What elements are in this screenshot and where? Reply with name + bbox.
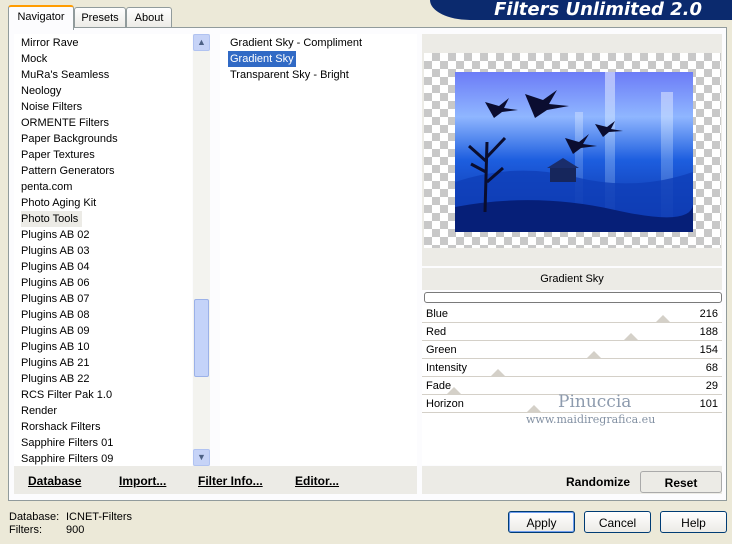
category-item[interactable]: Plugins AB 09	[21, 323, 90, 339]
status-filters-value: 900	[66, 524, 85, 536]
category-item[interactable]: penta.com	[21, 179, 72, 195]
randomize-button[interactable]: Randomize	[566, 475, 630, 489]
slider-value: 101	[699, 398, 718, 410]
category-item[interactable]: Paper Textures	[21, 147, 95, 163]
slider-thumb[interactable]	[490, 369, 506, 377]
reset-button[interactable]: Reset	[640, 471, 722, 493]
category-item[interactable]: Photo Tools	[21, 211, 83, 227]
category-item[interactable]: Plugins AB 03	[21, 243, 90, 259]
slider-label: Green	[426, 344, 457, 356]
app-banner: Filters Unlimited 2.0	[430, 0, 732, 20]
tab-about[interactable]: About	[126, 7, 172, 28]
scroll-thumb[interactable]	[194, 299, 209, 377]
slider-label: Blue	[426, 308, 449, 320]
parameter-sliders: Blue 216 Red 188 Green 154 Intensity 68 Fade 29 Ho…	[422, 305, 722, 465]
apply-button[interactable]: Apply	[508, 511, 575, 533]
category-item[interactable]: Render	[21, 403, 57, 419]
editor-button[interactable]: Editor...	[295, 474, 339, 488]
category-item[interactable]: RCS Filter Pak 1.0	[21, 387, 112, 403]
filter-list[interactable]: Gradient Sky - Compliment Gradient Sky Tra…	[220, 34, 417, 466]
category-list[interactable]: Mirror Rave Mock MuRa's Seamless Neology Noi…	[14, 34, 192, 466]
category-item[interactable]: Plugins AB 06	[21, 275, 90, 291]
slider-value: 188	[699, 326, 718, 338]
category-item[interactable]: Sapphire Filters 09	[21, 451, 113, 466]
category-item[interactable]: Mirror Rave	[21, 35, 78, 51]
slider-label: Fade	[426, 380, 452, 392]
filter-item[interactable]: Transparent Sky - Bright	[228, 67, 351, 83]
status-database-label: Database:	[9, 511, 60, 523]
category-item[interactable]: MuRa's Seamless	[21, 67, 109, 83]
slider-blue[interactable]: Blue 216	[422, 305, 722, 323]
slider-thumb[interactable]	[586, 351, 602, 359]
category-item[interactable]: Plugins AB 07	[21, 291, 90, 307]
preview-filter-name: Gradient Sky	[422, 268, 722, 290]
category-item[interactable]: Pattern Generators	[21, 163, 115, 179]
category-item[interactable]: Plugins AB 21	[21, 355, 90, 371]
slider-thumb[interactable]	[526, 405, 542, 413]
slider-label: Horizon	[426, 398, 464, 410]
preview-image	[455, 72, 693, 232]
category-scrollbar[interactable]: ▲ ▼	[193, 34, 210, 466]
category-item[interactable]: ORMENTE Filters	[21, 115, 109, 131]
slider-thumb[interactable]	[655, 315, 671, 323]
tab-navigator[interactable]: Navigator	[8, 5, 74, 30]
help-button[interactable]: Help	[660, 511, 727, 533]
category-item[interactable]: Paper Backgrounds	[21, 131, 118, 147]
category-item[interactable]: Neology	[21, 83, 61, 99]
filter-item[interactable]: Gradient Sky - Compliment	[228, 35, 364, 51]
slider-value: 154	[699, 344, 718, 356]
status-database-value: ICNET-Filters	[66, 511, 132, 523]
import-button[interactable]: Import...	[119, 474, 166, 488]
progress-bar	[424, 292, 722, 303]
watermark-site: www.maidiregrafica.eu	[526, 413, 656, 426]
slider-value: 29	[705, 380, 718, 392]
slider-red[interactable]: Red 188	[422, 323, 722, 341]
category-item[interactable]: Plugins AB 10	[21, 339, 90, 355]
category-item[interactable]: Plugins AB 08	[21, 307, 90, 323]
category-item[interactable]: Plugins AB 22	[21, 371, 90, 387]
category-item[interactable]: Mock	[21, 51, 47, 67]
filter-info-button[interactable]: Filter Info...	[198, 474, 263, 488]
slider-green[interactable]: Green 154	[422, 341, 722, 359]
category-item[interactable]: Plugins AB 04	[21, 259, 90, 275]
slider-label: Red	[426, 326, 447, 338]
category-item[interactable]: Noise Filters	[21, 99, 82, 115]
watermark-name: Pinuccia	[558, 392, 632, 412]
database-button[interactable]: Database	[28, 474, 81, 488]
slider-value: 216	[699, 308, 718, 320]
slider-intensity[interactable]: Intensity 68	[422, 359, 722, 377]
category-item[interactable]: Photo Aging Kit	[21, 195, 96, 211]
slider-label: Intensity	[426, 362, 467, 374]
category-item[interactable]: Sapphire Filters 01	[21, 435, 113, 451]
category-item[interactable]: Plugins AB 02	[21, 227, 90, 243]
slider-thumb[interactable]	[623, 333, 639, 341]
scroll-up-button[interactable]: ▲	[193, 34, 210, 51]
category-item[interactable]: Rorshack Filters	[21, 419, 100, 435]
scroll-down-button[interactable]: ▼	[193, 449, 210, 466]
slider-value: 68	[705, 362, 718, 374]
filter-item[interactable]: Gradient Sky	[228, 51, 296, 67]
status-filters-label: Filters:	[9, 524, 42, 536]
cancel-button[interactable]: Cancel	[584, 511, 651, 533]
tab-presets[interactable]: Presets	[74, 7, 126, 28]
